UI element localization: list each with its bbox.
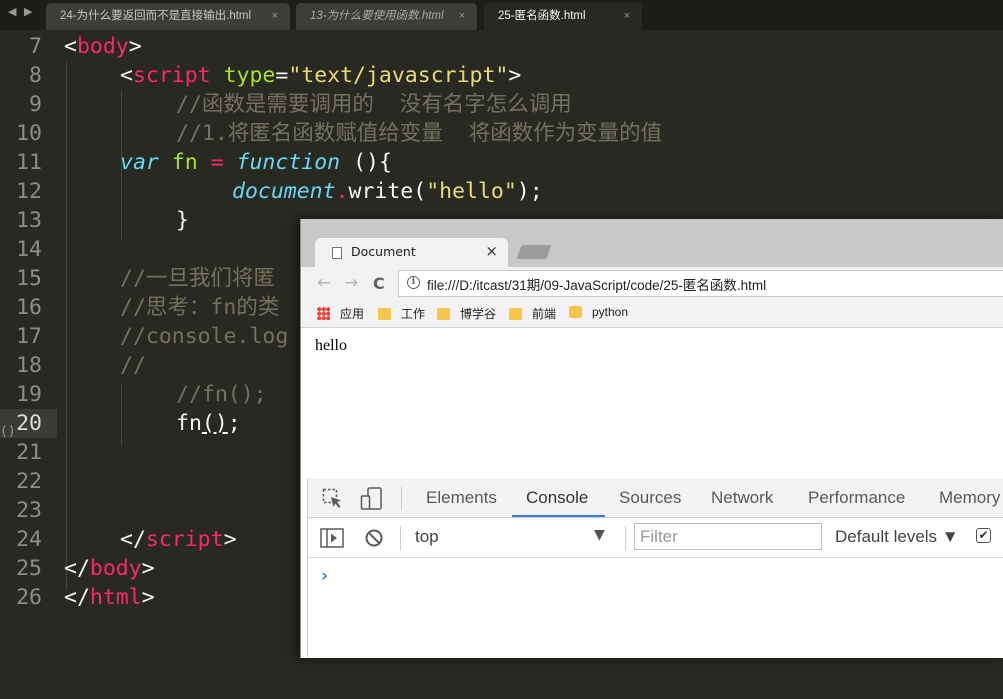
tab-performance[interactable]: Performance (808, 488, 905, 508)
editor-tab-13[interactable]: 13-为什么要使用函数.html × (296, 3, 477, 30)
editor-tab-bar: ◀ ▶ 24-为什么要返回而不是直接输出.html × 13-为什么要使用函数.… (0, 0, 1003, 30)
line-number: 22 (16, 469, 42, 494)
line-number: 12 (16, 179, 42, 204)
tab-sources[interactable]: Sources (619, 488, 681, 508)
log-levels-dropdown[interactable]: Default levels ▼ (835, 527, 959, 547)
inspect-element-icon[interactable] (322, 488, 344, 510)
line-number: 18 (16, 353, 42, 378)
bookmark-folder[interactable]: 博学谷 (437, 305, 496, 322)
forward-arrow-icon[interactable]: → (344, 273, 358, 293)
line-number: 19 (16, 382, 42, 407)
browser-toolbar: ← → C i file:///D:/itcast/31期/09-JavaScr… (301, 267, 1003, 301)
folder-icon (378, 308, 391, 320)
document-icon (332, 247, 342, 259)
browser-window: Document × ← → C i file:///D:/itcast/31期… (300, 219, 1003, 658)
folder-icon (569, 306, 582, 318)
line-number: 8 (29, 63, 42, 88)
device-toolbar-icon[interactable] (360, 486, 384, 512)
editor-tab-label: 24-为什么要返回而不是直接输出.html (60, 10, 252, 22)
code-comment: //1.将匿名函数赋值给变量 将函数作为变量的值 (176, 121, 663, 146)
folder-icon (509, 308, 522, 320)
code-line: 12 document.write("hello"); (0, 177, 1003, 206)
apps-grid-icon (317, 307, 330, 320)
code-line: 7 <body> (0, 32, 1003, 61)
tab-network[interactable]: Network (711, 488, 773, 508)
line-number: 17 (16, 324, 42, 349)
editor-tab-24[interactable]: 24-为什么要返回而不是直接输出.html × (46, 3, 290, 30)
editor-tab-label: 25-匿名函数.html (498, 10, 586, 22)
line-number: 16 (16, 295, 42, 320)
code-line: 10 //1.将匿名函数赋值给变量 将函数作为变量的值 (0, 119, 1003, 148)
close-icon[interactable]: × (485, 242, 498, 260)
info-icon[interactable]: i (407, 276, 420, 289)
code-comment: // (120, 353, 146, 378)
bookmark-folder[interactable]: 前端 (509, 305, 556, 322)
code-comment: //console.log (120, 324, 289, 349)
code-comment: //函数是需要调用的 没有名字怎么调用 (176, 92, 572, 117)
line-number: 10 (16, 121, 42, 146)
browser-tab-title: Document (351, 244, 416, 259)
line-number: 14 (16, 237, 42, 262)
code-line: 8 <script type="text/javascript"> (0, 61, 1003, 90)
page-viewport: hello (301, 328, 1003, 478)
browser-titlebar: Document × (301, 219, 1003, 268)
page-output-text: hello (315, 337, 347, 354)
devtools-tab-bar: Elements Console Sources Network Perform… (308, 478, 1003, 518)
line-number: 15 (16, 266, 42, 291)
filter-placeholder: Filter (640, 527, 678, 546)
line-number: 24 (16, 527, 42, 552)
show-sidebar-icon[interactable] (320, 528, 344, 548)
line-number: 11 (16, 150, 42, 175)
address-bar[interactable]: i file:///D:/itcast/31期/09-JavaScript/co… (398, 270, 1003, 297)
back-arrow-icon[interactable]: ← (317, 273, 331, 293)
bookmark-folder[interactable]: 工作 (378, 305, 425, 322)
toolbar-divider (625, 526, 626, 550)
close-icon[interactable]: × (272, 3, 278, 29)
bookmarks-bar: 应用 工作 博学谷 前端 python (301, 301, 1003, 328)
group-similar-checkbox[interactable]: ✔ (976, 528, 991, 543)
close-icon[interactable]: × (624, 3, 630, 29)
tab-memory[interactable]: Memory (939, 488, 1000, 508)
code-line: 11 var fn = function (){ (0, 148, 1003, 177)
clear-console-icon[interactable] (364, 528, 384, 548)
line-number: 7 (29, 34, 42, 59)
devtools-panel: Elements Console Sources Network Perform… (307, 478, 1003, 658)
code-comment: //思考：fn的类 (120, 295, 280, 320)
console-toolbar: top ▼ Filter Default levels ▼ ✔ (308, 518, 1003, 558)
editor-tab-25-active[interactable]: 25-匿名函数.html × (484, 3, 642, 30)
code-comment: //fn(); (176, 382, 267, 407)
tab-console[interactable]: Console (526, 488, 588, 508)
tab-elements[interactable]: Elements (426, 488, 497, 508)
active-tab-indicator (512, 515, 605, 517)
line-number: 13 (16, 208, 42, 233)
context-select[interactable]: top (415, 527, 439, 547)
toolbar-divider (400, 526, 401, 550)
editor-tab-label: 13-为什么要使用函数.html (310, 10, 444, 22)
folder-icon (437, 308, 450, 320)
reload-icon[interactable]: C (373, 274, 385, 293)
line-number: 21 (16, 440, 42, 465)
code-comment: //一旦我们将匿 (120, 266, 275, 291)
toolbar-divider (401, 486, 402, 510)
tab-scroll-left-icon[interactable]: ◀ (8, 5, 16, 18)
line-number: 26 (16, 585, 42, 610)
line-number: 9 (29, 92, 42, 117)
tab-scroll-right-icon[interactable]: ▶ (24, 5, 32, 18)
line-number: 23 (16, 498, 42, 523)
console-prompt-icon[interactable]: › (321, 566, 328, 586)
browser-tab[interactable]: Document × (315, 238, 508, 268)
url-text[interactable]: file:///D:/itcast/31期/09-JavaScript/code… (427, 274, 766, 294)
line-number: 25 (16, 556, 42, 581)
bookmark-folder[interactable]: python (569, 305, 628, 319)
filter-input[interactable]: Filter (634, 523, 822, 550)
new-tab-button[interactable] (516, 245, 552, 259)
code-line: 9 //函数是需要调用的 没有名字怎么调用 (0, 90, 1003, 119)
chevron-down-icon[interactable]: ▼ (594, 527, 605, 543)
close-icon[interactable]: × (459, 3, 465, 29)
bookmark-apps[interactable]: 应用 (317, 305, 364, 322)
